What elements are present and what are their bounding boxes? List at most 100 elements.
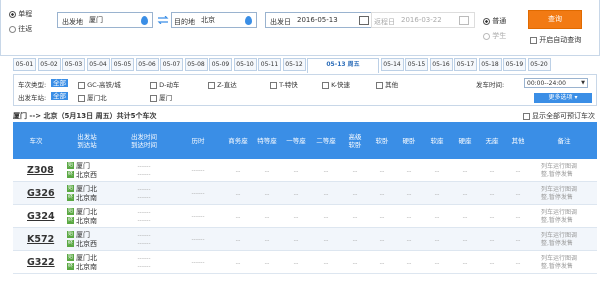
time-cell: ------ ------ [137, 208, 151, 224]
date-input[interactable] [294, 13, 354, 27]
radio-icon[interactable] [483, 32, 490, 40]
depart-time-select[interactable]: 00:00--24:00 ▼ [524, 78, 588, 88]
tab-date[interactable]: 05-02 [37, 58, 61, 71]
date-tabs: 05-01 05-02 05-03 05-04 05-05 05-06 05-07 05-08… [13, 58, 597, 73]
to-field[interactable]: 目的地 [171, 12, 257, 28]
train-code-link[interactable]: G322 [13, 251, 59, 274]
tab-date[interactable]: 05-15 [405, 58, 428, 71]
station-option[interactable]: 厦门北 [78, 92, 107, 102]
calendar-icon[interactable] [459, 16, 469, 25]
tab-date[interactable]: 05-07 [160, 58, 183, 71]
checkbox-icon[interactable] [530, 36, 537, 44]
table-row: Z308 始厦门 终北京西 ------ ------ ------ -- -- -- --… [13, 159, 597, 182]
header-time[interactable]: 出发时间 到达时间 [115, 122, 173, 159]
query-button[interactable]: 查询 [528, 10, 582, 29]
radio-icon[interactable] [9, 25, 16, 33]
date-field[interactable]: 出发日 [265, 12, 375, 28]
train-type-option[interactable]: 其他 [376, 79, 398, 89]
seat-cell-other: -- [515, 258, 521, 267]
tab-date[interactable]: 05-11 [258, 58, 281, 71]
checkbox-icon[interactable] [150, 94, 157, 102]
return-date-field[interactable]: 返程日 [371, 12, 475, 28]
train-type-option[interactable]: D-动车 [150, 79, 179, 89]
table-header: 车次 出发站 到达站 出发时间 到达时间 历时 商务座 特等座 一等座 二等座 高级 软卧 软卧 硬… [13, 122, 597, 159]
tab-date[interactable]: 05-16 [429, 58, 453, 71]
to-input[interactable] [198, 13, 242, 27]
tab-date[interactable]: 05-19 [503, 58, 526, 71]
seat-cell-soft-sleeper: -- [379, 258, 385, 267]
station-option[interactable]: 厦门 [150, 92, 172, 102]
tab-date[interactable]: 05-12 [282, 58, 306, 71]
train-type-option[interactable]: T-特快 [270, 79, 298, 89]
tab-date[interactable]: 05-08 [184, 58, 208, 71]
radio-icon[interactable] [483, 17, 490, 25]
tab-date[interactable]: 05-10 [233, 58, 257, 71]
tab-date[interactable]: 05-03 [62, 58, 85, 71]
tab-date[interactable]: 05-13 周五 [307, 58, 379, 73]
radio-icon[interactable] [9, 10, 16, 18]
seat-cell-adv-soft: -- [352, 166, 358, 175]
station-cell: 始厦门 终北京西 [67, 159, 121, 182]
checkbox-icon[interactable] [150, 81, 157, 89]
checkbox-icon[interactable] [208, 81, 215, 89]
location-icon[interactable] [141, 16, 148, 25]
seat-cell-other: -- [515, 212, 521, 221]
duration-cell: ------ [191, 189, 205, 197]
seat-cell-soft-sleeper: -- [379, 166, 385, 175]
trip-type-roundtrip[interactable]: 往返 [9, 24, 32, 34]
from-input[interactable] [86, 13, 136, 27]
passenger-normal[interactable]: 普通 [483, 16, 506, 26]
train-code-link[interactable]: Z308 [13, 159, 59, 182]
train-type-all[interactable]: 全部 [51, 79, 68, 87]
location-icon[interactable] [245, 16, 252, 25]
search-panel: 单程 往返 出发地 目的地 出发日 返程日 普通 学生 查询 开启自动查询 [0, 0, 600, 56]
result-summary: 厦门 --> 北京（5月13日 周五）共计5个车次 显示全部可预订车次 [13, 109, 597, 121]
train-code-link[interactable]: G324 [13, 205, 59, 228]
train-type-option[interactable]: K-快速 [322, 79, 350, 89]
train-type-option[interactable]: Z-直达 [208, 79, 237, 89]
note-cell: 列车运行图调 整,暂停发售 [541, 162, 578, 178]
seat-cell-hard-sleeper: -- [406, 166, 412, 175]
auto-query-toggle[interactable]: 开启自动查询 [530, 35, 581, 45]
seat-cell-special: -- [264, 212, 270, 221]
tab-date[interactable]: 05-05 [111, 58, 134, 71]
tab-date[interactable]: 05-20 [527, 58, 551, 71]
seat-cell-other: -- [515, 235, 521, 244]
trip-type-oneway[interactable]: 单程 [9, 9, 32, 19]
seat-cell-soft-seat: -- [434, 235, 440, 244]
seat-cell-other: -- [515, 166, 521, 175]
time-cell: ------ ------ [137, 185, 151, 201]
note-cell: 列车运行图调 整,暂停发售 [541, 185, 578, 201]
station-all[interactable]: 全部 [51, 92, 68, 100]
return-date-input[interactable] [398, 13, 450, 27]
passenger-student[interactable]: 学生 [483, 31, 506, 41]
checkbox-icon[interactable] [270, 81, 277, 89]
seat-cell-special: -- [264, 235, 270, 244]
header-duration[interactable]: 历时 [173, 122, 223, 159]
show-all-toggle[interactable]: 显示全部可预订车次 [522, 111, 595, 121]
tab-date[interactable]: 05-06 [135, 58, 159, 71]
checkbox-icon[interactable] [78, 81, 85, 89]
checkbox-icon[interactable] [522, 112, 530, 120]
header-station: 出发站 到达站 [77, 132, 97, 149]
more-options-button[interactable]: 更多选项 ▾ [534, 93, 592, 103]
swap-icon[interactable] [157, 15, 169, 25]
from-field[interactable]: 出发地 [57, 12, 153, 28]
tab-date[interactable]: 05-18 [478, 58, 502, 71]
seat-cell-first: -- [293, 235, 299, 244]
checkbox-icon[interactable] [322, 81, 329, 89]
checkbox-icon[interactable] [376, 81, 383, 89]
tab-date[interactable]: 05-14 [380, 58, 404, 71]
to-station: 终北京西 [67, 239, 97, 248]
tab-date[interactable]: 05-04 [86, 58, 110, 71]
train-code-link[interactable]: G326 [13, 182, 59, 205]
checkbox-icon[interactable] [78, 94, 85, 102]
tab-date[interactable]: 05-17 [454, 58, 477, 71]
end-badge-icon: 终 [67, 171, 74, 178]
tab-date[interactable]: 05-09 [209, 58, 232, 71]
tab-date[interactable]: 05-01 [13, 58, 36, 71]
train-code-link[interactable]: K572 [13, 228, 59, 251]
from-station: 始厦门北 [67, 207, 97, 216]
train-type-option[interactable]: GC-高铁/城 [78, 79, 121, 89]
calendar-icon[interactable] [359, 16, 369, 25]
